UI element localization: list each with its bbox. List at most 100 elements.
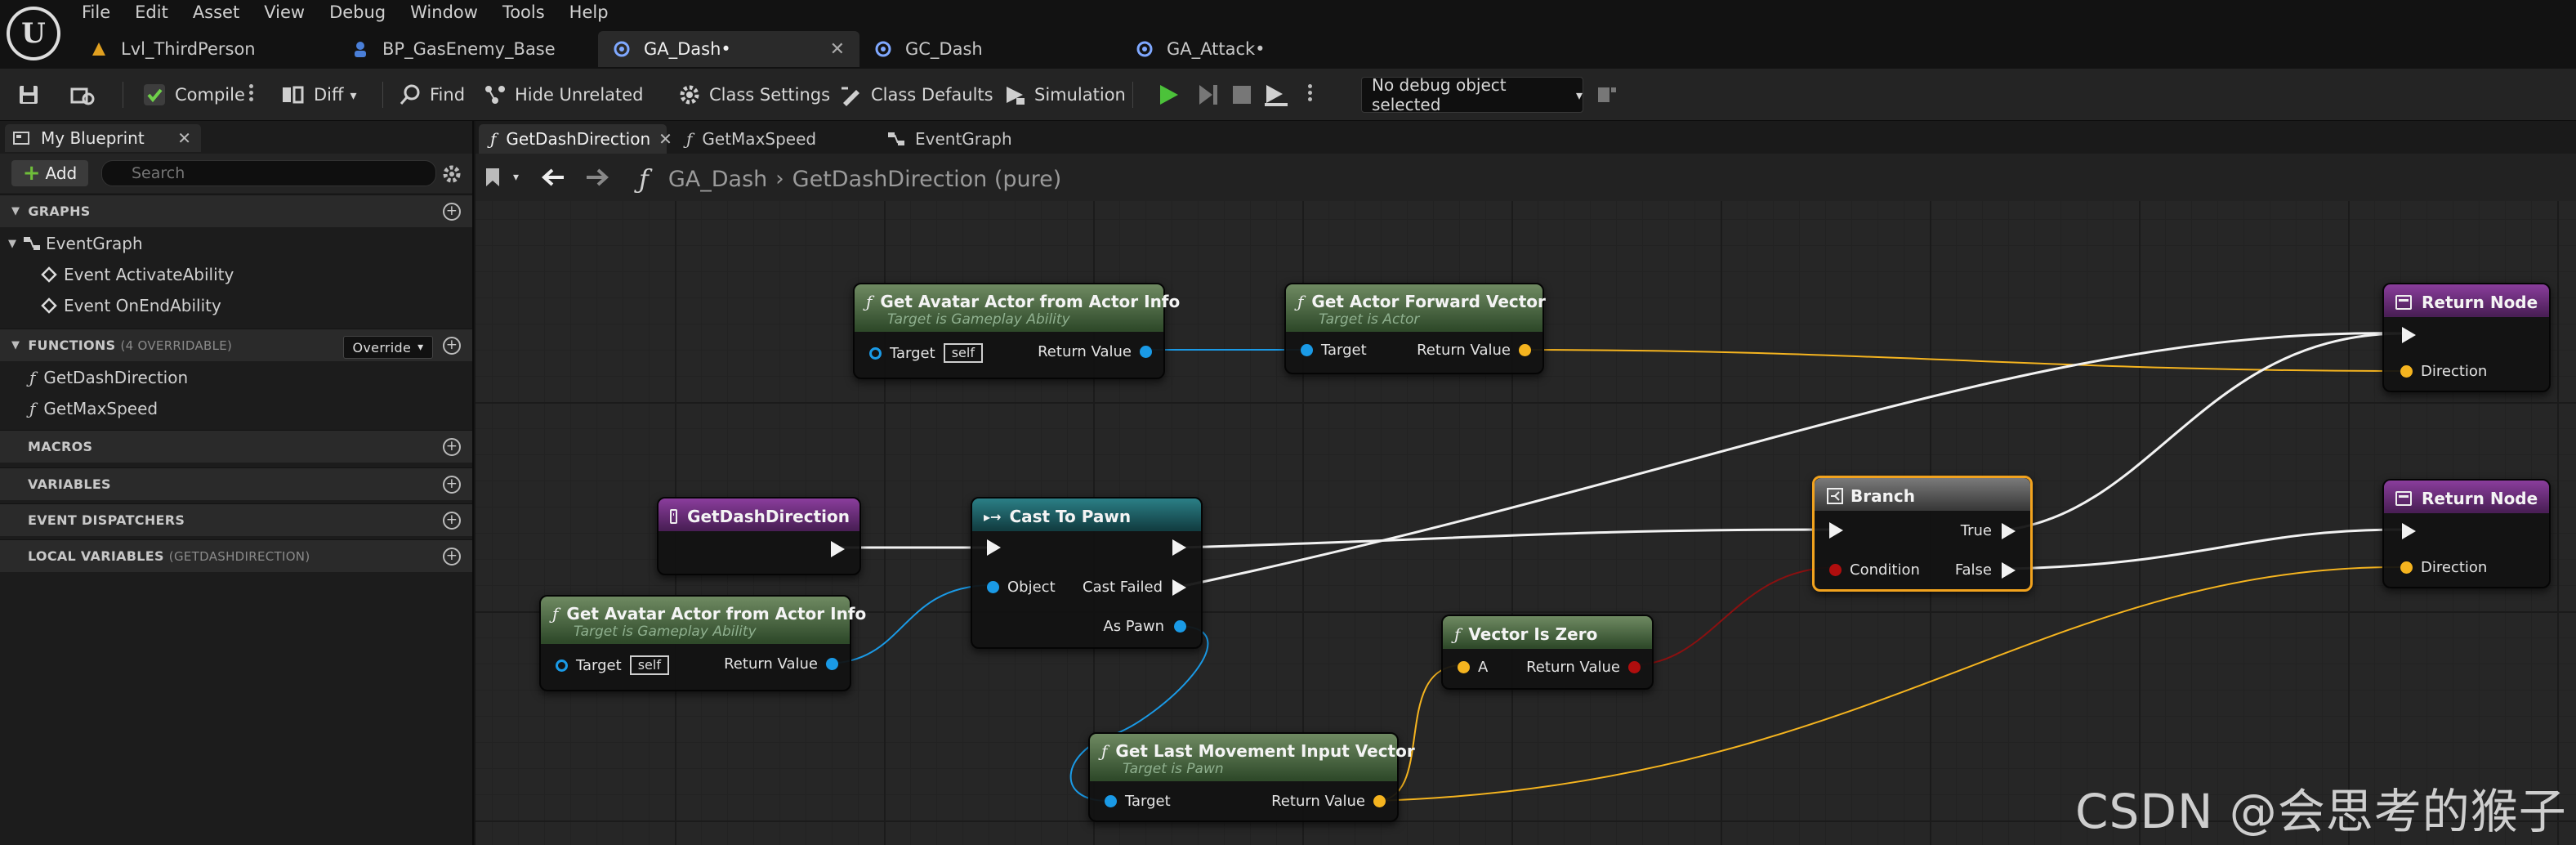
menu-tools[interactable]: Tools — [502, 0, 560, 26]
macros-section-header[interactable]: MACROS + — [0, 430, 472, 463]
pin-cast-failed[interactable]: Cast Failed — [1083, 579, 1186, 596]
node-header: Return Node — [2384, 481, 2549, 513]
override-dropdown[interactable]: Override ▾ — [343, 336, 433, 359]
graphs-section-header[interactable]: ▼ GRAPHS + — [0, 194, 472, 227]
pin-return-value[interactable]: Return Value — [724, 655, 838, 673]
sidebar-item-event-activate[interactable]: Event ActivateAbility — [41, 265, 234, 284]
possess-button[interactable] — [1265, 78, 1296, 111]
doc-tab-ga-attack[interactable]: GA_Attack• — [1121, 31, 1382, 67]
pin-exec-in[interactable] — [2402, 523, 2416, 539]
close-icon[interactable]: ✕ — [177, 128, 191, 148]
unreal-logo[interactable]: U — [7, 7, 60, 60]
sidebar-item-label: Event OnEndAbility — [64, 296, 221, 315]
play-button[interactable] — [1159, 78, 1188, 111]
add-graph-icon[interactable]: + — [443, 203, 461, 221]
compile-button[interactable]: Compile — [142, 78, 245, 111]
node-function-entry[interactable]: GetDashDirection — [657, 497, 861, 575]
tab-getmaxspeed[interactable]: ƒ GetMaxSpeed — [675, 124, 863, 154]
class-settings-button[interactable]: Class Settings — [678, 78, 830, 111]
pin-exec-out[interactable] — [831, 541, 845, 557]
sidebar-item-eventgraph[interactable]: ▼ EventGraph — [8, 234, 143, 253]
search-input[interactable] — [101, 160, 436, 186]
debug-filter-button[interactable] — [1596, 78, 1626, 111]
browse-button[interactable] — [70, 78, 103, 111]
node-get-avatar-actor-top[interactable]: ƒ Get Avatar Actor from Actor Info Target… — [853, 283, 1180, 379]
node-return-bottom[interactable]: Return Node Direction — [2382, 479, 2551, 588]
my-blueprint-tab[interactable]: My Blueprint ✕ — [5, 124, 201, 152]
pin-target[interactable]: Target — [1105, 793, 1171, 810]
variables-section-header[interactable]: VARIABLES + — [0, 467, 472, 500]
local-variables-section-header[interactable]: LOCAL VARIABLES (GETDASHDIRECTION) + — [0, 539, 472, 572]
node-return-top[interactable]: Return Node Direction — [2382, 283, 2551, 392]
tab-eventgraph[interactable]: EventGraph — [876, 124, 1039, 154]
add-button[interactable]: + Add — [11, 160, 88, 186]
close-icon[interactable]: ✕ — [830, 39, 845, 60]
dispatchers-section-header[interactable]: EVENT DISPATCHERS + — [0, 503, 472, 536]
sidebar-item-getmaxspeed[interactable]: ƒ GetMaxSpeed — [29, 399, 158, 418]
menu-file[interactable]: File — [82, 0, 125, 26]
pin-label: Return Value — [1271, 793, 1365, 810]
add-macro-icon[interactable]: + — [443, 438, 461, 456]
pin-return-value[interactable]: Return Value — [1038, 343, 1152, 360]
pin-exec-in[interactable] — [1829, 522, 1843, 539]
class-defaults-button[interactable]: Class Defaults — [840, 78, 993, 111]
functions-section-header[interactable]: ▼ FUNCTIONS (4 OVERRIDABLE) Override ▾ + — [0, 329, 472, 361]
sidebar-item-getdashdirection[interactable]: ƒ GetDashDirection — [29, 368, 188, 387]
pin-exec-in[interactable] — [2402, 327, 2416, 343]
back-button[interactable] — [541, 161, 574, 194]
pin-exec-out[interactable] — [1172, 539, 1186, 556]
menu-edit[interactable]: Edit — [135, 0, 183, 26]
pin-target[interactable]: Target self — [869, 343, 983, 363]
close-icon[interactable]: ✕ — [659, 129, 672, 149]
doc-tab-ga-dash[interactable]: GA_Dash• ✕ — [598, 31, 859, 67]
bookmark-button[interactable]: ▾ — [484, 161, 519, 194]
add-function-icon[interactable]: + — [443, 337, 461, 355]
pin-target[interactable]: Target — [1301, 342, 1367, 359]
debug-object-select[interactable]: No debug object selected ▾ — [1361, 75, 1583, 114]
doc-tab-level[interactable]: Lvl_ThirdPerson — [75, 31, 337, 67]
pin-condition[interactable]: Condition — [1829, 561, 1920, 579]
pin-object[interactable]: Object — [987, 579, 1056, 596]
forward-button[interactable] — [585, 161, 618, 194]
doc-tab-gc-dash[interactable]: GC_Dash — [859, 31, 1121, 67]
doc-tab-gas-enemy[interactable]: BP_GasEnemy_Base — [337, 31, 598, 67]
compile-options-kebab[interactable] — [248, 82, 253, 106]
pin-return-value[interactable]: Return Value — [1417, 342, 1531, 359]
menu-debug[interactable]: Debug — [329, 0, 400, 26]
add-variable-icon[interactable]: + — [443, 476, 461, 494]
pin-false[interactable]: False — [1955, 561, 2016, 579]
pin-true[interactable]: True — [1961, 522, 2016, 539]
pin-direction[interactable]: Direction — [2400, 559, 2487, 576]
node-cast-to-pawn[interactable]: ▸→ Cast To Pawn Object Cast Failed As Paw… — [971, 497, 1203, 649]
node-vector-is-zero[interactable]: ƒ Vector Is Zero A Return Value — [1441, 615, 1654, 690]
find-button[interactable]: Find — [399, 78, 465, 111]
gear-icon[interactable] — [441, 163, 462, 185]
pin-return-value[interactable]: Return Value — [1526, 659, 1641, 676]
node-get-last-movement-input[interactable]: ƒ Get Last Movement Input Vector Target i… — [1088, 732, 1415, 822]
node-get-avatar-actor-bottom[interactable]: ƒ Get Avatar Actor from Actor Info Target… — [539, 595, 866, 691]
pin-target[interactable]: Target self — [556, 655, 669, 675]
menu-view[interactable]: View — [264, 0, 319, 26]
simulation-button[interactable]: Simulation — [1003, 78, 1126, 111]
menu-help[interactable]: Help — [569, 0, 623, 26]
add-dispatcher-icon[interactable]: + — [443, 512, 461, 530]
pin-a[interactable]: A — [1458, 659, 1488, 676]
save-button[interactable] — [18, 78, 47, 111]
step-button[interactable] — [1198, 78, 1227, 111]
breadcrumb-root[interactable]: GA_Dash — [668, 167, 767, 192]
menu-window[interactable]: Window — [410, 0, 493, 26]
diff-button[interactable]: Diff ▾ — [281, 78, 357, 111]
play-options-kebab[interactable] — [1307, 82, 1312, 106]
hide-unrelated-button[interactable]: Hide Unrelated — [484, 78, 644, 111]
pin-as-pawn[interactable]: As Pawn — [1103, 618, 1186, 635]
node-branch[interactable]: Branch True Condition False — [1812, 476, 2033, 592]
tab-getdashdirection[interactable]: ƒ GetDashDirection ✕ — [479, 124, 672, 154]
sidebar-item-event-end[interactable]: Event OnEndAbility — [41, 296, 221, 315]
pin-direction[interactable]: Direction — [2400, 363, 2487, 380]
menu-asset[interactable]: Asset — [193, 0, 254, 26]
pin-exec-in[interactable] — [987, 539, 1001, 556]
node-get-actor-forward-vector[interactable]: ƒ Get Actor Forward Vector Target is Acto… — [1284, 283, 1546, 374]
add-local-variable-icon[interactable]: + — [443, 548, 461, 566]
pin-return-value[interactable]: Return Value — [1271, 793, 1386, 810]
stop-button[interactable] — [1232, 78, 1260, 111]
